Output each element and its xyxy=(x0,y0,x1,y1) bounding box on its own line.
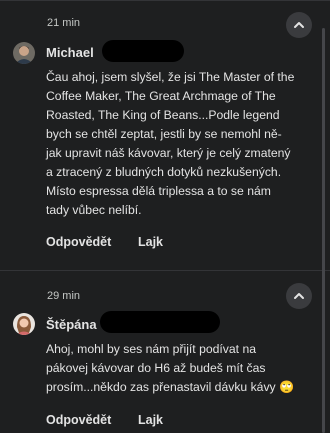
collapse-button[interactable] xyxy=(286,12,312,38)
reply-button[interactable]: Odpovědět xyxy=(46,235,111,249)
avatar[interactable] xyxy=(13,313,35,335)
redaction xyxy=(100,311,220,333)
comment-text: Ahoj, mohl by ses nám přijít podívat na … xyxy=(46,342,295,394)
top-divider xyxy=(0,0,330,1)
comment-text: Čau ahoj, jsem slyšel, že jsi The Master… xyxy=(46,70,295,217)
author-name[interactable]: Štěpána xyxy=(46,317,97,332)
comment-time: 29 min xyxy=(47,290,81,302)
comment-time: 21 min xyxy=(47,17,81,29)
redaction xyxy=(102,40,184,62)
chevron-up-icon xyxy=(294,293,304,299)
comment-divider xyxy=(0,270,330,271)
collapse-button[interactable] xyxy=(286,283,312,309)
author-name[interactable]: Michael xyxy=(46,45,94,60)
like-button[interactable]: Lajk xyxy=(138,413,163,427)
avatar[interactable] xyxy=(13,42,35,64)
reply-button[interactable]: Odpovědět xyxy=(46,413,111,427)
scrollbar[interactable] xyxy=(322,28,325,433)
like-button[interactable]: Lajk xyxy=(138,235,163,249)
chevron-up-icon xyxy=(294,22,304,28)
